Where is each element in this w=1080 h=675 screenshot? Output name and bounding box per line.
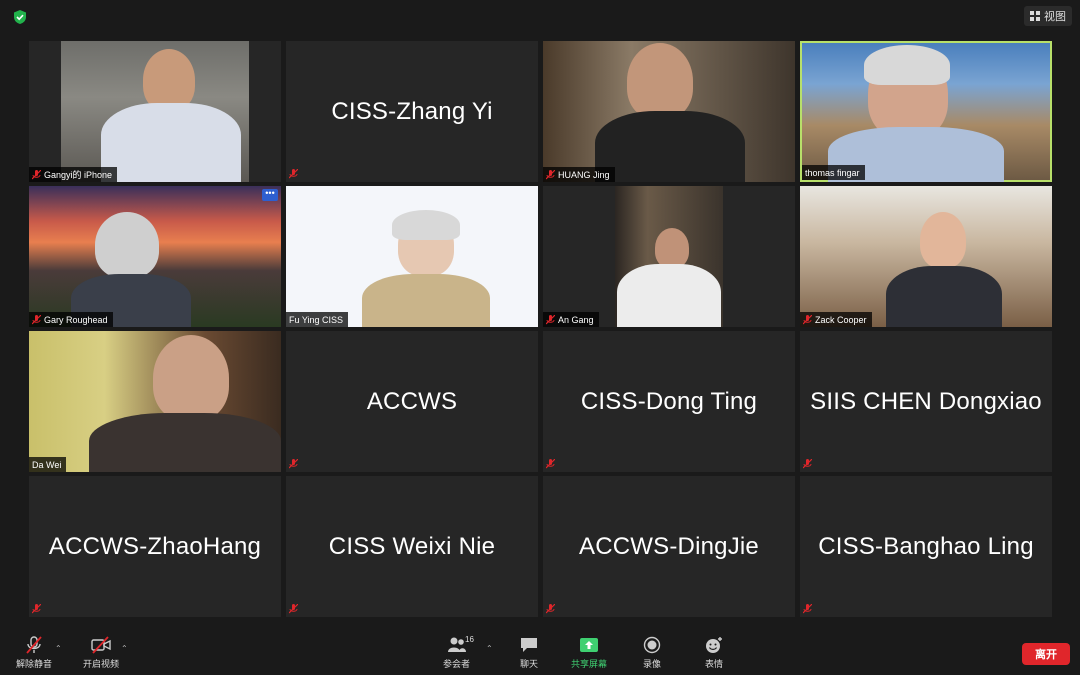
participant-name: SIIS CHEN Dongxiao <box>810 387 1042 415</box>
participant-count: 16 <box>465 635 474 644</box>
participant-tile[interactable]: ••• Gary Roughead <box>29 186 281 327</box>
participant-tile[interactable]: ACCWS <box>286 331 538 472</box>
chat-button[interactable]: 聊天 <box>519 636 539 670</box>
mic-muted-icon <box>32 604 41 614</box>
record-icon <box>643 636 661 654</box>
share-screen-button[interactable]: 共享屏幕 <box>571 636 607 670</box>
mic-muted-icon <box>32 169 41 179</box>
participant-name: ACCWS-DingJie <box>579 532 759 560</box>
participant-label: Fu Ying CISS <box>286 312 349 327</box>
participant-tile[interactable]: CISS-Dong Ting <box>543 331 795 472</box>
gallery-grid: Gangyi的 iPhone CISS-Zhang Yi HUANG Jing <box>29 41 1053 623</box>
participant-tile[interactable]: Gangyi的 iPhone <box>29 41 281 182</box>
video-feed <box>29 331 281 472</box>
video-feed <box>29 186 281 327</box>
record-button[interactable]: 录像 <box>642 636 662 670</box>
view-label: 视图 <box>1044 11 1066 23</box>
top-bar: 视图 <box>0 0 1080 34</box>
participants-button[interactable]: 16 参会者 <box>443 635 474 670</box>
participant-label: Gangyi的 iPhone <box>29 167 118 182</box>
participant-tile[interactable]: ACCWS-DingJie <box>543 476 795 617</box>
mic-muted-icon <box>26 636 42 654</box>
video-feed <box>615 186 723 327</box>
shield-check-icon[interactable] <box>12 9 28 25</box>
leave-button[interactable]: 离开 <box>1022 643 1070 665</box>
participant-tile[interactable]: CISS Weixi Nie <box>286 476 538 617</box>
participant-tile[interactable]: CISS-Banghao Ling <box>800 476 1052 617</box>
chevron-up-icon[interactable]: ⌃ <box>55 644 62 653</box>
unmute-button[interactable]: 解除静音 <box>16 636 52 670</box>
meeting-toolbar: 解除静音 ⌃ 开启视频 ⌃ 16 参会者 ⌃ 聊天 共享屏幕 录像 表情 离开 <box>0 632 1080 675</box>
participant-name: ACCWS <box>366 387 458 415</box>
mic-muted-icon <box>32 314 41 324</box>
participant-tile[interactable]: CISS-Zhang Yi <box>286 41 538 182</box>
participant-name: CISS-Dong Ting <box>580 387 758 415</box>
participant-tile[interactable]: SIIS CHEN Dongxiao <box>800 331 1052 472</box>
participant-label: Da Wei <box>29 457 67 472</box>
mic-muted-icon <box>803 459 812 469</box>
participant-name: CISS Weixi Nie <box>328 532 496 560</box>
mic-muted-icon <box>546 169 555 179</box>
share-screen-icon <box>580 638 598 652</box>
participant-label: Zack Cooper <box>800 312 872 327</box>
participants-icon <box>447 637 466 652</box>
participant-tile[interactable]: Fu Ying CISS <box>286 186 538 327</box>
video-feed <box>286 186 538 327</box>
more-options-button[interactable]: ••• <box>262 189 278 201</box>
participant-label: HUANG Jing <box>543 167 615 182</box>
mic-muted-icon <box>289 604 298 614</box>
participant-tile[interactable]: An Gang <box>543 186 795 327</box>
video-off-icon <box>91 636 111 654</box>
participant-tile[interactable]: HUANG Jing <box>543 41 795 182</box>
participant-name: CISS-Zhang Yi <box>331 97 493 125</box>
participant-tile-active[interactable]: thomas fingar <box>800 41 1052 182</box>
mic-muted-icon <box>803 604 812 614</box>
mic-muted-icon <box>546 459 555 469</box>
chevron-up-icon[interactable]: ⌃ <box>486 644 493 653</box>
participant-name: CISS-Banghao Ling <box>818 532 1034 560</box>
participant-tile[interactable]: ACCWS-ZhaoHang <box>29 476 281 617</box>
view-button[interactable]: 视图 <box>1024 6 1072 26</box>
participant-name: ACCWS-ZhaoHang <box>48 532 262 560</box>
video-feed <box>61 41 249 182</box>
video-feed <box>802 43 1050 182</box>
smiley-add-icon <box>706 637 722 653</box>
video-feed <box>543 41 795 182</box>
reactions-button[interactable]: 表情 <box>704 636 724 670</box>
video-feed <box>800 186 1052 327</box>
participant-label: thomas fingar <box>802 165 865 180</box>
mic-muted-icon <box>546 314 555 324</box>
mic-muted-icon <box>289 169 298 179</box>
start-video-button[interactable]: 开启视频 <box>83 636 119 670</box>
participant-tile[interactable]: Zack Cooper <box>800 186 1052 327</box>
mic-muted-icon <box>803 314 812 324</box>
participant-tile[interactable]: Da Wei <box>29 331 281 472</box>
participant-label: An Gang <box>543 312 599 327</box>
chat-icon <box>521 638 537 652</box>
chevron-up-icon[interactable]: ⌃ <box>121 644 128 653</box>
mic-muted-icon <box>289 459 298 469</box>
grid-icon <box>1030 11 1040 21</box>
mic-muted-icon <box>546 604 555 614</box>
participant-label: Gary Roughead <box>29 312 113 327</box>
